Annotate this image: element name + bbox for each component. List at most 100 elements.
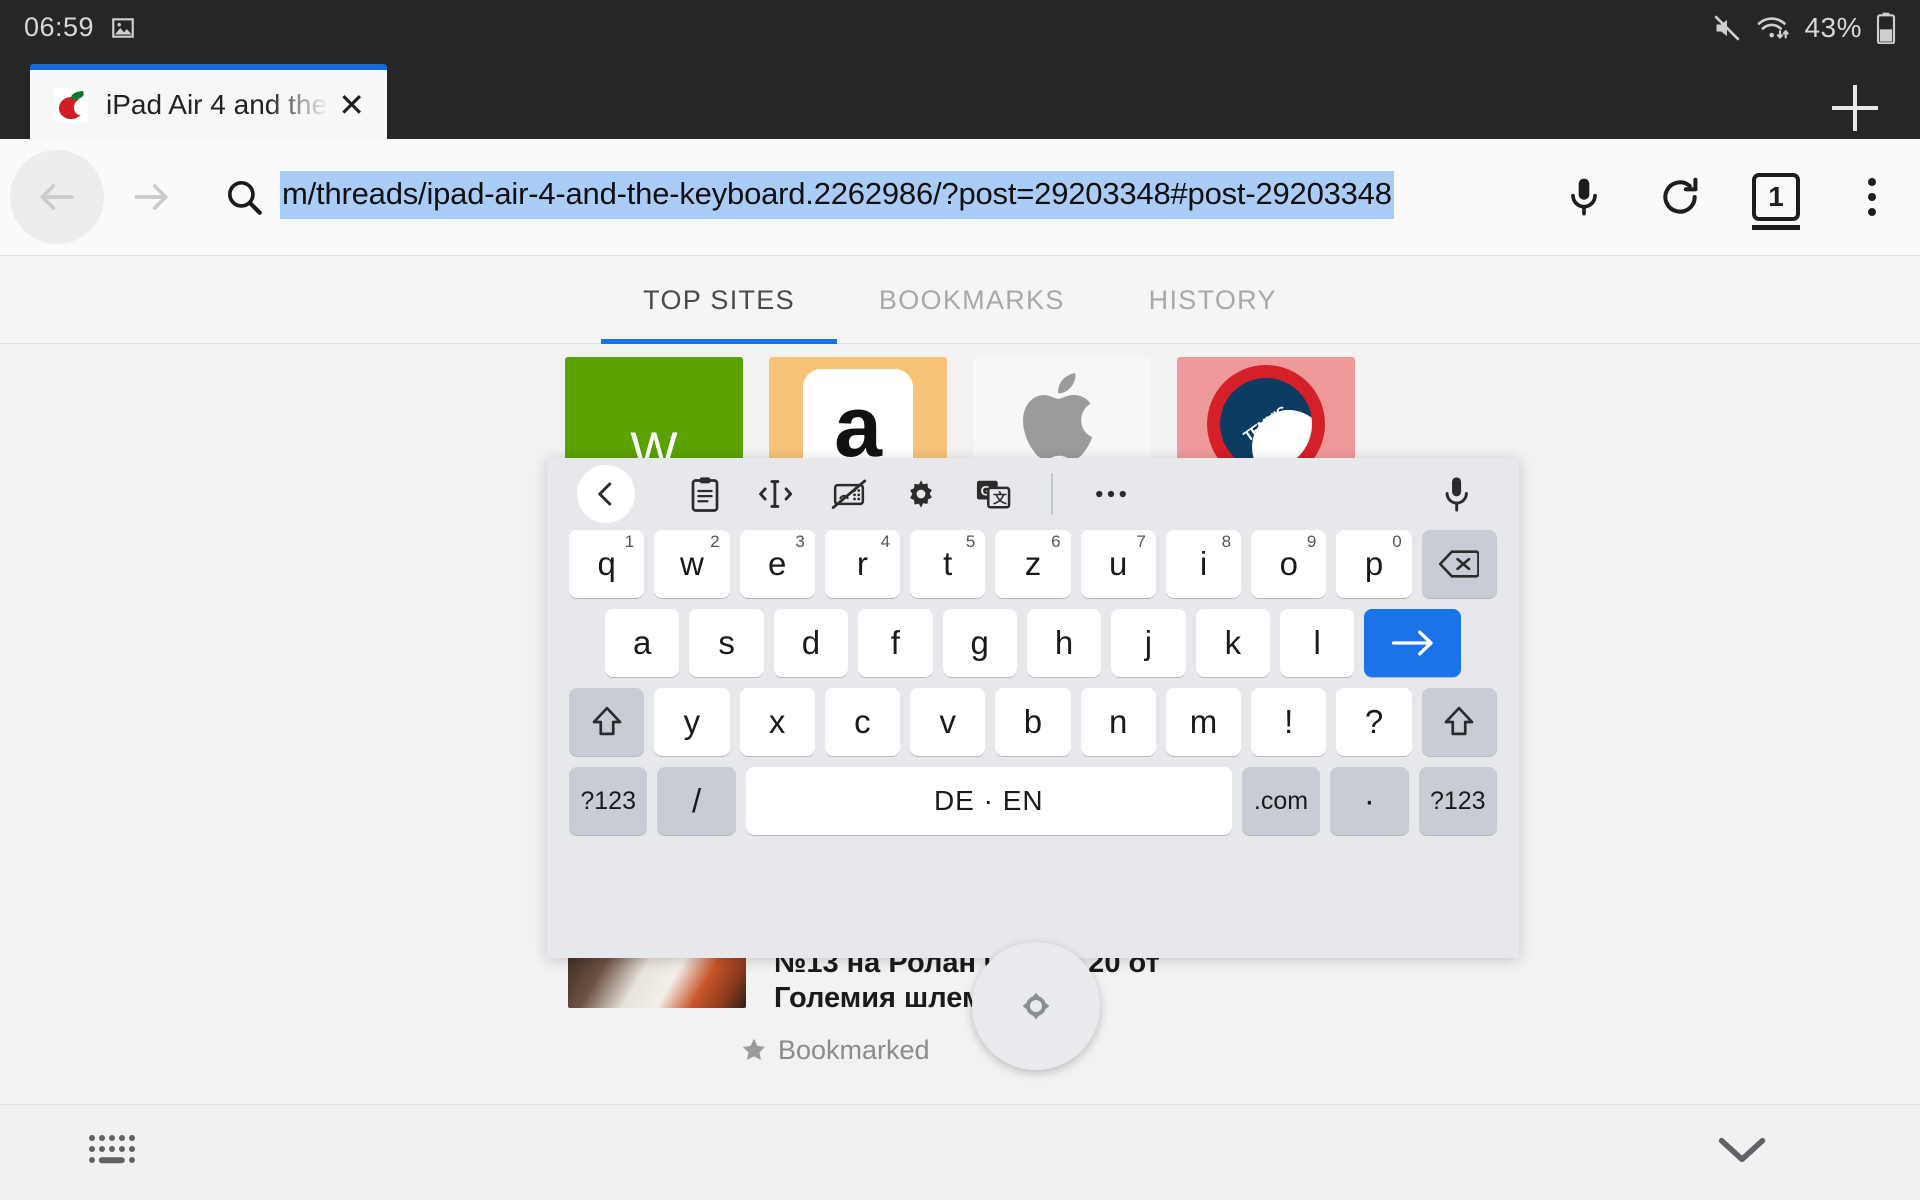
key-number: 1 bbox=[624, 532, 635, 551]
key-q[interactable]: 1q bbox=[569, 530, 645, 598]
key-p[interactable]: 0p bbox=[1336, 530, 1412, 598]
key-label: w bbox=[679, 545, 704, 582]
tile-letter: TENNIS bbox=[1241, 402, 1291, 446]
bookmark-list-item[interactable]: №13 на Ролан че има 20 от Големия шлем a… bbox=[0, 946, 1920, 1066]
key-shift-left[interactable] bbox=[569, 688, 645, 756]
keyboard-settings-button[interactable] bbox=[885, 464, 957, 524]
more-dots-icon bbox=[1096, 490, 1126, 498]
key-symbols-right[interactable]: ?123 bbox=[1418, 767, 1497, 835]
key-f[interactable]: f bbox=[858, 609, 933, 677]
key-j[interactable]: j bbox=[1111, 609, 1186, 677]
image-icon bbox=[112, 17, 134, 38]
keyboard-row-2: a s d f g h j k l bbox=[569, 609, 1497, 677]
key-l[interactable]: l bbox=[1280, 609, 1355, 677]
clipboard-icon bbox=[691, 477, 719, 512]
clipboard-button[interactable] bbox=[669, 464, 741, 524]
cursor-move-handle[interactable] bbox=[972, 942, 1100, 1070]
key-exclamation[interactable]: ! bbox=[1251, 688, 1327, 756]
tab-bookmarks[interactable]: BOOKMARKS bbox=[837, 256, 1107, 344]
keyboard-back-button[interactable] bbox=[577, 465, 635, 523]
ntp-tab-bar: TOP SITES BOOKMARKS HISTORY bbox=[0, 256, 1920, 344]
menu-button[interactable] bbox=[1824, 149, 1920, 245]
settings-gear-icon bbox=[910, 480, 932, 508]
move-cursor-icon bbox=[1022, 992, 1050, 1020]
handwriting-toggle-button[interactable] bbox=[813, 464, 885, 524]
key-e[interactable]: 3e bbox=[739, 530, 815, 598]
url-input[interactable]: m/threads/ipad-air-4-and-the-keyboard.22… bbox=[280, 170, 1394, 219]
key-dotcom[interactable]: .com bbox=[1241, 767, 1321, 835]
key-question[interactable]: ? bbox=[1336, 688, 1412, 756]
key-n[interactable]: n bbox=[1080, 688, 1156, 756]
keyboard-voice-button[interactable] bbox=[1421, 464, 1493, 524]
key-h[interactable]: h bbox=[1026, 609, 1102, 677]
tab-top-sites[interactable]: TOP SITES bbox=[601, 256, 837, 344]
search-button[interactable] bbox=[208, 176, 280, 218]
battery-icon bbox=[1876, 12, 1896, 44]
google-translate-button[interactable]: G 文 bbox=[957, 464, 1029, 524]
forward-button[interactable] bbox=[104, 150, 198, 244]
switch-keyboard-button[interactable] bbox=[88, 1132, 140, 1173]
microphone-icon bbox=[1445, 477, 1468, 512]
key-m[interactable]: m bbox=[1165, 688, 1242, 756]
key-period[interactable]: · bbox=[1330, 767, 1409, 835]
key-number: 7 bbox=[1136, 532, 1146, 551]
key-a[interactable]: a bbox=[605, 609, 680, 677]
close-icon[interactable]: ✕ bbox=[332, 89, 365, 121]
key-go[interactable] bbox=[1364, 609, 1462, 677]
key-space[interactable]: DE · EN bbox=[745, 767, 1232, 835]
tile-letter: a bbox=[834, 379, 882, 476]
hide-keyboard-button[interactable] bbox=[1716, 1133, 1768, 1172]
key-label: o bbox=[1279, 545, 1298, 582]
shift-icon bbox=[1444, 706, 1474, 736]
key-g[interactable]: g bbox=[942, 609, 1017, 677]
key-k[interactable]: k bbox=[1195, 609, 1270, 677]
handwriting-off-icon bbox=[831, 479, 867, 509]
key-number: 9 bbox=[1306, 532, 1317, 551]
back-button[interactable] bbox=[10, 150, 104, 244]
text-cursor-button[interactable] bbox=[741, 464, 813, 524]
key-number: 2 bbox=[710, 532, 720, 551]
browser-screen: 06:59 43% iPad Air 4 and the ✕ m/threads… bbox=[0, 0, 1920, 1200]
browser-tab[interactable]: iPad Air 4 and the ✕ bbox=[30, 64, 387, 139]
key-backspace[interactable] bbox=[1421, 530, 1497, 598]
keyboard-row-4: ?123 / DE · EN .com · ?123 bbox=[569, 767, 1497, 835]
key-d[interactable]: d bbox=[773, 609, 849, 677]
key-y[interactable]: y bbox=[654, 688, 730, 756]
key-slash[interactable]: / bbox=[657, 767, 736, 835]
key-c[interactable]: c bbox=[824, 688, 901, 756]
voice-search-button[interactable] bbox=[1536, 149, 1632, 245]
key-b[interactable]: b bbox=[995, 688, 1071, 756]
enter-arrow-icon bbox=[1391, 630, 1433, 656]
backspace-icon bbox=[1439, 550, 1480, 578]
reload-icon bbox=[1663, 177, 1698, 214]
key-symbols-left[interactable]: ?123 bbox=[569, 767, 648, 835]
key-label: r bbox=[856, 545, 868, 582]
key-s[interactable]: s bbox=[689, 609, 764, 677]
key-u[interactable]: 7u bbox=[1080, 530, 1156, 598]
key-w[interactable]: 2w bbox=[654, 530, 730, 598]
key-x[interactable]: x bbox=[739, 688, 815, 756]
status-bar: 06:59 43% bbox=[0, 0, 1920, 55]
keyboard-more-button[interactable] bbox=[1075, 464, 1147, 524]
key-r[interactable]: 4r bbox=[824, 530, 901, 598]
kebab-menu-icon bbox=[1868, 178, 1876, 216]
url-bar[interactable]: m/threads/ipad-air-4-and-the-keyboard.22… bbox=[280, 170, 1536, 224]
key-label: q bbox=[597, 545, 616, 582]
mute-icon bbox=[1714, 14, 1741, 41]
tab-history[interactable]: HISTORY bbox=[1107, 256, 1319, 344]
tab-strip: iPad Air 4 and the ✕ bbox=[0, 55, 1920, 139]
bookmark-title-line2: Големия шлем afe bbox=[774, 982, 1034, 1015]
reload-button[interactable] bbox=[1632, 149, 1728, 245]
microphone-icon bbox=[1571, 178, 1597, 216]
key-t[interactable]: 5t bbox=[910, 530, 986, 598]
key-o[interactable]: 9o bbox=[1251, 530, 1327, 598]
tab-counter-button[interactable]: 1 bbox=[1728, 149, 1824, 245]
key-i[interactable]: 8i bbox=[1165, 530, 1242, 598]
key-shift-right[interactable] bbox=[1421, 688, 1497, 756]
key-z[interactable]: 6z bbox=[995, 530, 1071, 598]
keyboard-keys: 1q 2w 3e 4r 5t 6z 7u 8i 9o 0p a s d f g … bbox=[547, 530, 1519, 835]
star-icon bbox=[742, 1039, 766, 1061]
key-v[interactable]: v bbox=[910, 688, 986, 756]
new-tab-button[interactable] bbox=[1832, 85, 1878, 131]
key-label: p bbox=[1364, 545, 1384, 582]
